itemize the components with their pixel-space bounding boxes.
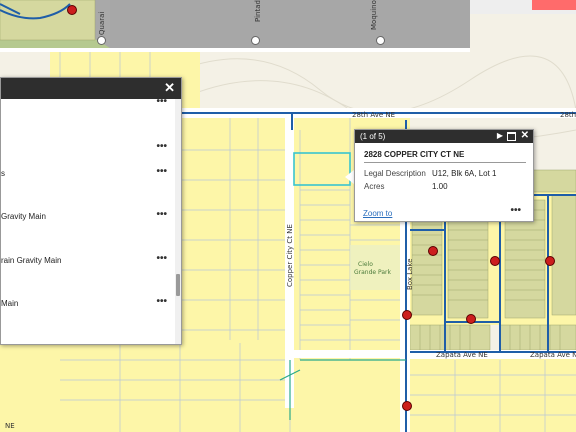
- map-pin[interactable]: [97, 36, 106, 45]
- divider: [364, 162, 526, 163]
- street-label-zapata-1: Zapata Ave NE: [436, 351, 488, 359]
- attribute-value: 1.00: [432, 182, 448, 191]
- layer-item[interactable]: Gravity Main •••: [1, 209, 171, 226]
- hydrant-marker[interactable]: [428, 246, 438, 256]
- feature-popup: (1 of 5) ▶ ✕ 2828 COPPER CITY CT NE Lega…: [354, 129, 534, 222]
- hydrant-marker[interactable]: [466, 314, 476, 324]
- maximize-icon[interactable]: [507, 132, 516, 141]
- layer-item[interactable]: Main •••: [1, 296, 171, 313]
- street-label-ne-bottom: NE: [5, 422, 15, 430]
- park-label-grande-park: Grande Park: [354, 269, 391, 276]
- street-label-box-lake: Box Lake: [406, 258, 414, 290]
- close-icon[interactable]: ✕: [164, 81, 175, 95]
- layer-options-button[interactable]: •••: [156, 209, 167, 220]
- attribute-name: Acres: [364, 182, 385, 191]
- street-label-zapata-2: Zapata Ave NE: [530, 351, 576, 359]
- scrollbar[interactable]: [175, 99, 181, 344]
- map-pin[interactable]: [376, 36, 385, 45]
- layer-label: Gravity Main: [1, 212, 46, 221]
- popup-title: 2828 COPPER CITY CT NE: [364, 150, 465, 159]
- street-label-28th-right: 28th: [560, 111, 576, 119]
- street-label-copper-city: Copper City Ct NE: [286, 224, 294, 287]
- attribute-name: Legal Description: [364, 169, 426, 178]
- layer-label: Main: [1, 299, 19, 308]
- popup-pointer: [345, 170, 354, 184]
- layer-options-button[interactable]: •••: [156, 253, 167, 264]
- layer-item[interactable]: rain Gravity Main •••: [1, 253, 171, 270]
- popup-header: (1 of 5) ▶ ✕: [355, 130, 533, 143]
- close-icon[interactable]: ✕: [521, 130, 529, 141]
- hydrant-marker[interactable]: [545, 256, 555, 266]
- attribute-value: U12, Blk 6A, Lot 1: [432, 169, 497, 178]
- hydrant-marker[interactable]: [402, 401, 412, 411]
- street-label-28th: 28th Ave NE: [352, 111, 395, 119]
- layer-label: rain Gravity Main: [1, 256, 62, 265]
- layer-options-button[interactable]: •••: [156, 166, 167, 177]
- hydrant-marker[interactable]: [67, 5, 77, 15]
- layer-options-button[interactable]: •••: [156, 96, 167, 107]
- hydrant-marker[interactable]: [490, 256, 500, 266]
- layer-item[interactable]: •••: [1, 96, 171, 113]
- highlight-swatch: [532, 0, 576, 10]
- scrollbar-thumb[interactable]: [176, 274, 180, 296]
- layer-item[interactable]: s •••: [1, 166, 171, 183]
- park-label-cielo: Cielo: [358, 261, 373, 268]
- panel-header: ✕: [1, 78, 181, 99]
- feature-count: (1 of 5): [360, 132, 386, 141]
- layer-options-button[interactable]: •••: [156, 141, 167, 152]
- next-feature-icon[interactable]: ▶: [497, 131, 503, 140]
- layer-item[interactable]: •••: [1, 141, 171, 158]
- layer-list-panel: ✕ ••• ••• s ••• Gravity Main ••• rain Gr…: [0, 77, 182, 345]
- street-label-quarai: Quarai: [98, 12, 106, 35]
- street-label-pintada: Pintada: [254, 0, 262, 22]
- street-label-moquino: Moquino: [370, 0, 378, 30]
- layer-options-button[interactable]: •••: [156, 296, 167, 307]
- layer-label: s: [1, 169, 5, 178]
- popup-options-button[interactable]: •••: [510, 205, 521, 216]
- zoom-to-link[interactable]: Zoom to: [363, 209, 392, 218]
- layer-list: ••• ••• s ••• Gravity Main ••• rain Grav…: [1, 96, 181, 344]
- map-pin[interactable]: [251, 36, 260, 45]
- hydrant-marker[interactable]: [402, 310, 412, 320]
